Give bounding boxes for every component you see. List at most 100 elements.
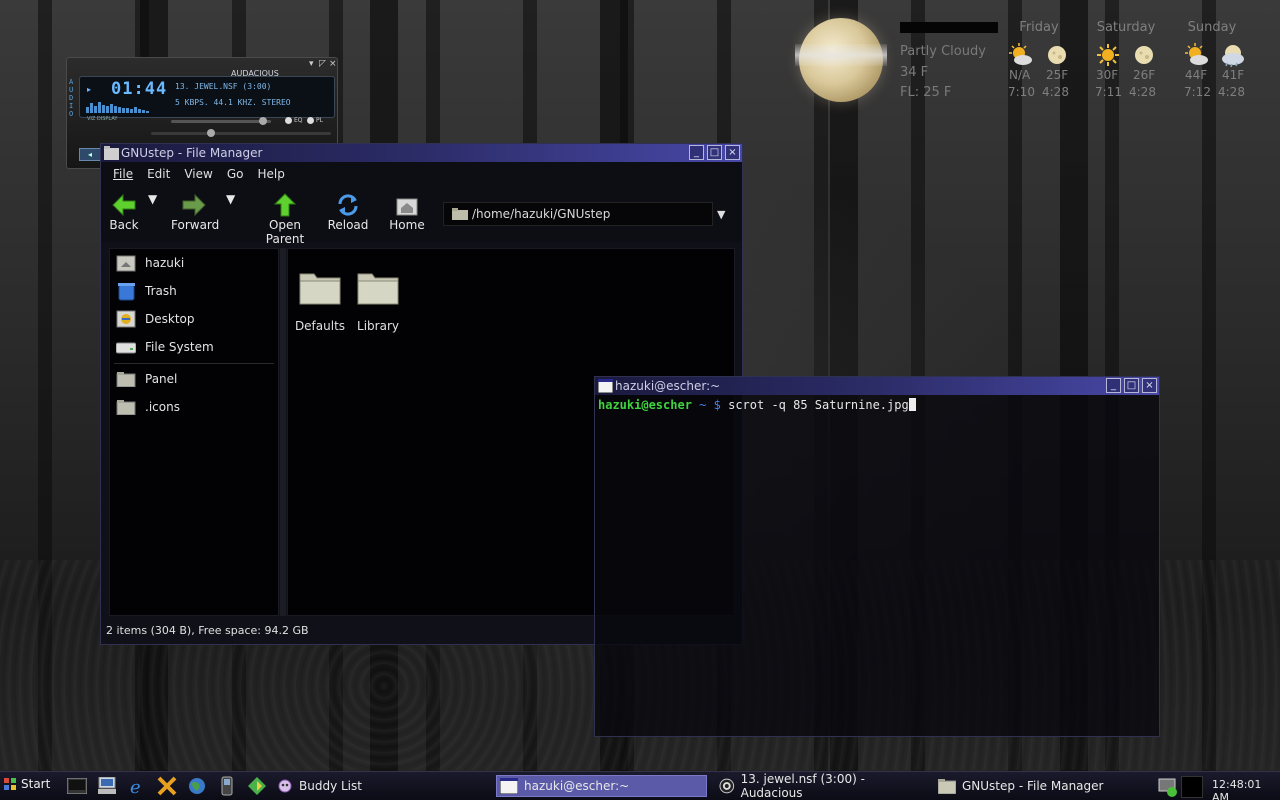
minimize-button[interactable]: _ (1106, 378, 1121, 393)
visualizer-bar (118, 107, 121, 113)
visualizer-bar (106, 106, 109, 113)
sidebar-item-icons[interactable]: .icons (116, 395, 180, 419)
forecast-sunset: 4:28 (1042, 85, 1069, 99)
folder-icon (116, 400, 136, 415)
location-dropdown-icon[interactable]: ▼ (717, 208, 725, 221)
track-info: 5 KBPS. 44.1 KHZ. STEREO (175, 98, 291, 107)
location-field[interactable]: /home/hazuki/GNUstep (443, 202, 713, 226)
terminal-icon (500, 778, 518, 794)
forecast-low: 26F (1133, 68, 1156, 82)
forward-arrow-icon (182, 194, 206, 216)
desktop-icon (116, 310, 136, 328)
clock[interactable]: 12:48:01 AM (1212, 778, 1280, 800)
taskbar-audacious[interactable]: 13. jewel.nsf (3:00) - Audacious (716, 772, 926, 800)
taskbar-buddy-list[interactable]: Buddy List (274, 775, 362, 797)
sidebar-item-file-system[interactable]: File System (116, 335, 214, 359)
terminal-titlebar[interactable]: hazuki@escher:~ _ □ × (595, 377, 1159, 395)
back-button[interactable]: Back (109, 192, 139, 232)
forecast-low: 41F (1222, 68, 1245, 82)
pl-toggle[interactable]: PL (307, 117, 323, 124)
command-input[interactable]: scrot -q 85 Saturnine.jpg (728, 398, 909, 412)
visualizer-bar (110, 104, 113, 113)
file-manager-titlebar[interactable]: GNUstep - File Manager _ □ × (101, 144, 742, 162)
system-tray (1157, 774, 1203, 799)
maximize-button[interactable]: □ (1124, 378, 1139, 393)
status-bar: 2 items (304 B), Free space: 94.2 GB (106, 624, 309, 637)
up-arrow-icon (274, 193, 296, 217)
forecast-day-name: Sunday (1187, 20, 1237, 35)
trash-icon (118, 283, 135, 301)
seek-bar[interactable] (151, 129, 331, 137)
weather-temperature: 34 F (900, 65, 929, 80)
phone-launcher-icon[interactable] (216, 776, 238, 796)
maximize-button[interactable]: □ (707, 145, 722, 160)
back-dropdown-icon[interactable]: ▼ (148, 192, 157, 206)
close-button[interactable]: × (1142, 378, 1157, 393)
prompt-user: hazuki@escher (598, 398, 692, 412)
media-launcher-icon[interactable] (246, 776, 268, 796)
playback-time: 01:44 (111, 79, 168, 99)
open-parent-button[interactable]: Open Parent (249, 192, 321, 246)
back-arrow-icon (112, 194, 136, 216)
close-button[interactable]: × (725, 145, 740, 160)
text-cursor (908, 398, 916, 411)
browser-launcher-icon[interactable]: e (126, 776, 148, 796)
sidebar-item-hazuki[interactable]: hazuki (116, 251, 184, 275)
globe-launcher-icon[interactable] (186, 776, 208, 796)
home-folder-icon (116, 255, 136, 272)
tools-launcher-icon[interactable] (156, 776, 178, 796)
sidebar-item-panel[interactable]: Panel (116, 367, 177, 391)
viz-label: VIZ DISPLAY (87, 116, 118, 122)
prompt-symbol: $ (713, 398, 721, 412)
location-path: /home/hazuki/GNUstep (472, 207, 611, 221)
previous-button[interactable]: ◂ (79, 148, 101, 161)
menu-edit[interactable]: Edit (147, 167, 170, 181)
visualizer-bar (138, 109, 141, 113)
reload-button[interactable]: Reload (327, 192, 369, 232)
close-icon[interactable]: × (329, 59, 337, 69)
folder-icon (938, 779, 956, 794)
taskbar-file-manager[interactable]: GNUstep - File Manager (935, 775, 1150, 797)
minimize-button[interactable]: _ (689, 145, 704, 160)
forecast-sunrise: 7:11 (1095, 85, 1122, 99)
menu-view[interactable]: View (184, 167, 212, 181)
visualizer[interactable] (86, 101, 150, 113)
visualizer-bar (130, 109, 133, 113)
menu-help[interactable]: Help (257, 167, 284, 181)
network-status-icon[interactable] (1157, 776, 1179, 798)
eq-toggle[interactable]: EQ (285, 117, 303, 124)
terminal-output[interactable]: hazuki@escher ~ $ scrot -q 85 Saturnine.… (598, 397, 916, 413)
forward-dropdown-icon[interactable]: ▼ (226, 192, 235, 206)
folder-icon (116, 372, 136, 387)
visualizer-bar (94, 106, 97, 113)
sidebar-splitter[interactable] (280, 248, 286, 616)
menu-go[interactable]: Go (227, 167, 244, 181)
start-button[interactable]: Start (3, 777, 50, 791)
visualizer-bar (86, 107, 89, 113)
forecast-high: N/A (1009, 68, 1031, 82)
menu-file[interactable]: File (113, 167, 133, 181)
shade-icon[interactable]: ◸ (319, 59, 326, 69)
folder-library[interactable]: Library (350, 265, 406, 333)
sidebar-item-desktop[interactable]: Desktop (116, 307, 195, 331)
pidgin-icon (278, 779, 292, 793)
folder-defaults[interactable]: Defaults (292, 265, 348, 333)
terminal-window[interactable]: hazuki@escher:~ _ □ × hazuki@escher ~ $ … (594, 376, 1160, 737)
places-sidebar: hazuki Trash Desktop File System Panel .… (109, 248, 279, 616)
visualizer-bar (102, 105, 105, 113)
weather-widget: Partly Cloudy 34 F FL: 25 F Friday N/A 25F… (795, 14, 1265, 114)
terminal-launcher-icon[interactable] (66, 776, 88, 796)
tray-slot[interactable] (1181, 775, 1203, 798)
home-button[interactable]: Home (389, 192, 425, 232)
sun-icon (1096, 43, 1120, 67)
computer-launcher-icon[interactable] (96, 776, 118, 796)
menu-arrow-icon[interactable]: ▾ (309, 59, 314, 69)
taskbar-terminal[interactable]: hazuki@escher:~ (496, 775, 707, 797)
svg-text:e: e (130, 777, 141, 796)
volume-slider[interactable] (171, 117, 271, 125)
forward-button[interactable]: Forward (171, 192, 219, 232)
visualizer-bar (90, 103, 93, 113)
folder-icon (299, 273, 341, 305)
sidebar-item-trash[interactable]: Trash (116, 279, 177, 303)
forecast-day-name: Saturday (1096, 20, 1156, 35)
